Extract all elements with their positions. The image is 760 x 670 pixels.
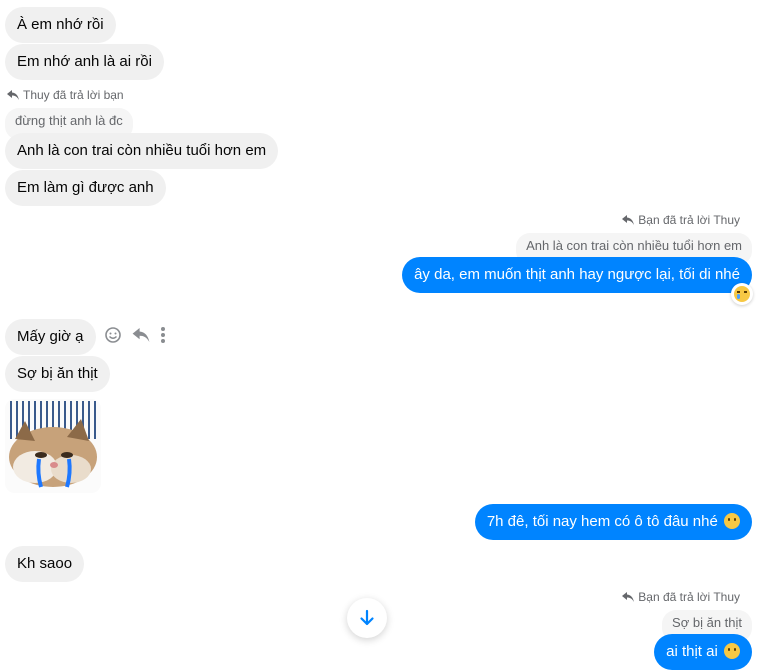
crying-cat-sticker[interactable] [5, 399, 101, 493]
message-incoming[interactable]: Mấy giờ ạ [5, 319, 96, 355]
reply-icon [7, 90, 19, 100]
message-incoming[interactable]: Kh saoo [5, 546, 85, 582]
message-outgoing[interactable]: 7h đê, tối nay hem có ô tô đâu nhé [474, 504, 752, 540]
message-outgoing[interactable]: ai thịt ai [654, 634, 752, 670]
smile-emoji-icon [724, 513, 740, 529]
message-incoming[interactable]: Em nhớ anh là ai rồi [5, 44, 164, 80]
quote-text: đừng thịt anh là đc [15, 113, 123, 128]
message-incoming[interactable]: À em nhớ rồi [5, 7, 116, 43]
reply-indicator: Thuy đã trả lời bạn [7, 88, 124, 102]
quote-text: Sợ bị ăn thịt [672, 615, 742, 630]
message-actions [104, 326, 166, 344]
reply-meta-text: Thuy đã trả lời bạn [23, 88, 124, 102]
reply-icon [622, 592, 635, 602]
message-text: Em làm gì được anh [17, 179, 154, 196]
message-outgoing[interactable]: ây da, em muốn thịt anh hay ngược lại, t… [402, 257, 752, 293]
arrow-down-icon [360, 609, 374, 626]
message-text: Kh saoo [17, 555, 73, 572]
reply-meta-text: Bạn đã trả lời Thuy [638, 213, 740, 227]
reply-icon[interactable] [132, 328, 150, 342]
message-text: À em nhớ rồi [17, 16, 104, 33]
message-incoming[interactable]: Sợ bị ăn thịt [5, 356, 110, 392]
quote-text: Anh là con trai còn nhiều tuổi hơn em [526, 238, 742, 253]
reply-meta-text: Bạn đã trả lời Thuy [638, 590, 740, 604]
message-text: Anh là con trai còn nhiều tuổi hơn em [17, 142, 267, 159]
message-text: Em nhớ anh là ai rồi [17, 53, 152, 70]
smile-emoji-icon [724, 643, 740, 659]
reply-indicator: Bạn đã trả lời Thuy [622, 213, 740, 227]
message-incoming[interactable]: Em làm gì được anh [5, 170, 166, 206]
reply-icon [622, 215, 635, 225]
message-text: 7h đê, tối nay hem có ô tô đâu nhé [486, 513, 718, 530]
sad-face-icon[interactable] [731, 283, 753, 305]
message-text: ai thịt ai [666, 643, 718, 660]
message-text: Mấy giờ ạ [17, 328, 84, 345]
scroll-to-bottom-button[interactable] [347, 598, 387, 638]
more-options-icon[interactable] [160, 326, 166, 344]
message-incoming[interactable]: Anh là con trai còn nhiều tuổi hơn em [5, 133, 279, 169]
react-emoji-icon[interactable] [104, 326, 122, 344]
message-text: Sợ bị ăn thịt [17, 365, 98, 382]
message-text: ây da, em muốn thịt anh hay ngược lại, t… [414, 266, 740, 283]
reply-indicator: Bạn đã trả lời Thuy [622, 590, 740, 604]
